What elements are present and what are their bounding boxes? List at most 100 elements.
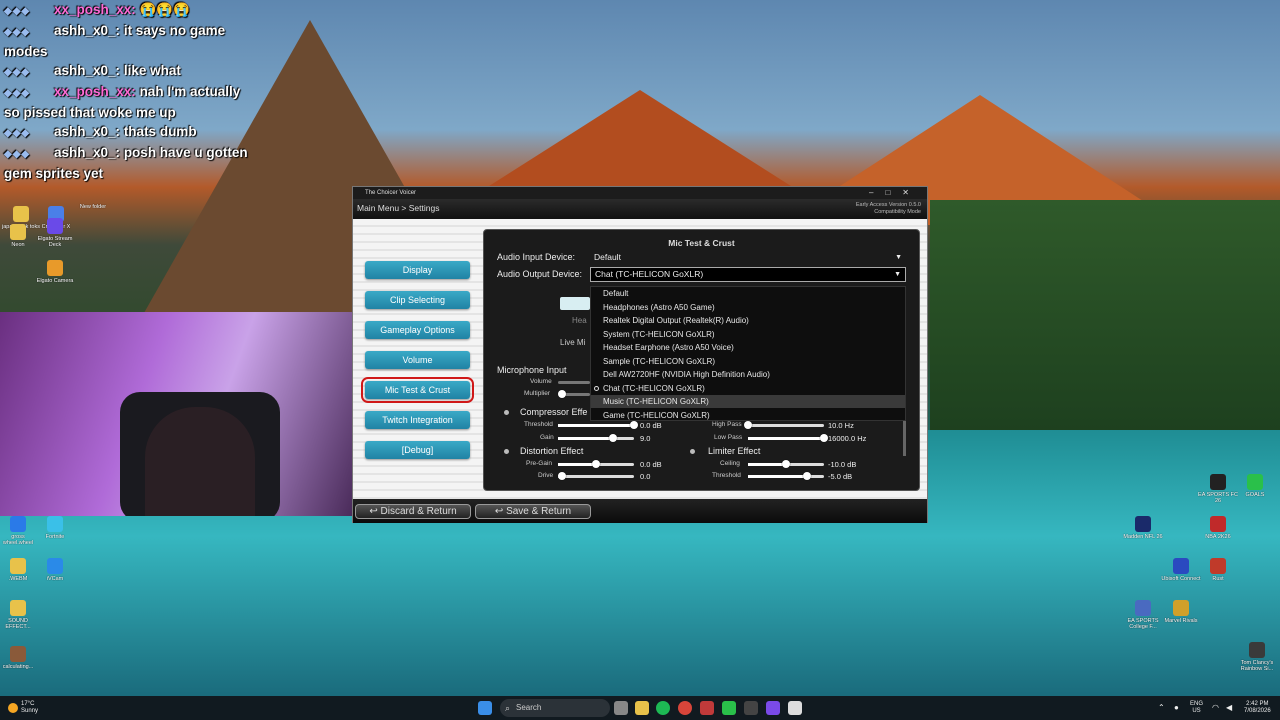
desktop-icon[interactable]: iVCam — [34, 558, 76, 582]
nav-clip-selecting[interactable]: Clip Selecting — [365, 291, 470, 309]
volume-icon[interactable]: ◀ — [1226, 704, 1232, 712]
desktop-icon[interactable]: Elgato Camera — [34, 260, 76, 284]
wifi-icon[interactable]: ◠ — [1212, 704, 1219, 712]
dropdown-option[interactable]: System (TC-HELICON GoXLR) — [591, 328, 905, 341]
option-label: System (TC-HELICON GoXLR) — [603, 329, 715, 339]
desktop-icon[interactable]: NBA 2K26 — [1197, 516, 1239, 540]
nav-gameplay-options[interactable]: Gameplay Options — [365, 321, 470, 339]
output-device-select[interactable]: Chat (TC-HELICON GoXLR) ▼ — [590, 267, 906, 282]
windows-start-icon[interactable] — [478, 701, 492, 715]
desktop-icon[interactable]: Ubisoft Connect — [1160, 558, 1202, 582]
dropdown-option-hovered[interactable]: Music (TC-HELICON GoXLR) — [591, 395, 905, 408]
rust-icon — [1210, 558, 1226, 574]
slider-fill — [558, 424, 634, 427]
low-pass-slider[interactable] — [748, 434, 828, 442]
weather-widget[interactable]: 17°C Sunny — [8, 701, 38, 715]
drive-slider[interactable] — [557, 472, 634, 480]
high-pass-slider[interactable] — [744, 421, 824, 429]
slider-knob[interactable] — [608, 434, 617, 442]
slider-knob[interactable] — [558, 390, 566, 398]
chevron-up-icon[interactable]: ⌃ — [1158, 704, 1165, 712]
distortion-toggle-icon[interactable] — [504, 449, 509, 454]
test-button[interactable] — [560, 297, 590, 310]
desktop-icon[interactable]: SOUND EFFECT... — [0, 600, 39, 630]
option-label: Dell AW2720HF (NVIDIA High Definition Au… — [603, 370, 770, 379]
slider-knob[interactable] — [744, 421, 752, 429]
nav-debug[interactable]: [Debug] — [365, 441, 470, 459]
desktop-icon[interactable]: GOALS — [1234, 474, 1276, 498]
chat-username: xx_posh_xx: — [54, 84, 136, 99]
app-icon[interactable] — [744, 701, 758, 715]
pregain-slider[interactable] — [558, 460, 634, 468]
save-return-button[interactable]: ↩ Save & Return — [475, 504, 591, 519]
task-view-icon[interactable] — [614, 701, 628, 715]
app-icon[interactable] — [700, 701, 714, 715]
input-device-select[interactable]: Default ▼ — [590, 251, 906, 264]
nav-twitch-integration[interactable]: Twitch Integration — [365, 411, 470, 429]
desktop-icon[interactable]: EA SPORTS College F... — [1122, 600, 1164, 630]
discord-icon[interactable] — [766, 701, 780, 715]
desktop-icon[interactable]: New folder — [72, 186, 114, 210]
slider-knob[interactable] — [820, 434, 828, 442]
desktop-icon-label: Rust — [1212, 576, 1224, 582]
dropdown-option[interactable]: Default — [591, 287, 905, 300]
desktop-icon-label: EA SPORTS College F... — [1127, 618, 1159, 630]
mic-icon[interactable]: ● — [1174, 704, 1179, 712]
limiter-toggle-icon[interactable] — [690, 449, 695, 454]
panel-scrollbar[interactable] — [903, 420, 906, 456]
nav-display[interactable]: Display — [365, 261, 470, 279]
clock[interactable]: 2:42 PM 7/08/2026 — [1244, 701, 1271, 715]
goals-icon — [1247, 474, 1263, 490]
compressor-toggle-icon[interactable] — [504, 410, 509, 415]
dropdown-option[interactable]: Sample (TC-HELICON GoXLR) — [591, 355, 905, 368]
nav-volume[interactable]: Volume — [365, 351, 470, 369]
discard-label: Discard & Return — [380, 506, 457, 517]
dropdown-option[interactable]: Game (TC-HELICON GoXLR) — [591, 409, 905, 422]
breadcrumb: Main Menu > Settings — [357, 203, 440, 213]
rainbow-six-icon — [1249, 642, 1265, 658]
dropdown-option[interactable]: Headphones (Astro A50 Game) — [591, 301, 905, 314]
dropdown-option[interactable]: Headset Earphone (Astro A50 Voice) — [591, 341, 905, 354]
chrome-icon[interactable] — [678, 701, 692, 715]
file-explorer-icon[interactable] — [635, 701, 649, 715]
desktop-icon[interactable]: Fortnite — [34, 516, 76, 540]
ceiling-slider[interactable] — [748, 460, 824, 468]
gain-slider[interactable] — [558, 434, 634, 442]
limiter-threshold-slider[interactable] — [748, 472, 824, 480]
multiplier-slider[interactable] — [558, 390, 590, 398]
slider-knob[interactable] — [592, 460, 600, 468]
desktop-icon[interactable]: Rust — [1197, 558, 1239, 582]
slider-knob[interactable] — [782, 460, 790, 468]
headphones-button-partial[interactable]: Hea — [572, 316, 587, 325]
desktop-icon[interactable]: EA SPORTS FC 26 — [1197, 474, 1239, 504]
folder-icon — [10, 600, 26, 616]
nav-mic-test-crust[interactable]: Mic Test & Crust — [361, 377, 474, 403]
discard-return-button[interactable]: ↩ Discard & Return — [355, 504, 471, 519]
desktop-icon[interactable]: Madden NFL 26 — [1122, 516, 1164, 540]
app-icon[interactable] — [788, 701, 802, 715]
desktop-icon[interactable]: Marvel Rivals — [1160, 600, 1202, 624]
taskbar-search[interactable]: ⌕ Search — [500, 699, 610, 717]
dropdown-option[interactable]: Dell AW2720HF (NVIDIA High Definition Au… — [591, 368, 905, 381]
language-indicator[interactable]: ENG US — [1190, 701, 1203, 715]
slider-knob[interactable] — [803, 472, 812, 480]
desktop-icon-label: Ubisoft Connect — [1161, 576, 1201, 582]
slider-knob[interactable] — [557, 472, 566, 480]
spotify-icon[interactable] — [656, 701, 670, 715]
desktop-icon[interactable]: calculating... — [0, 646, 39, 670]
app-icon[interactable] — [722, 701, 736, 715]
desktop-icon[interactable]: Elgato Stream Deck — [34, 218, 76, 248]
threshold-slider[interactable] — [558, 421, 638, 429]
chat-message: ◆◆◆ ashh_x0_: it says no game modes — [4, 21, 254, 61]
dropdown-option[interactable]: Realtek Digital Output (Realtek(R) Audio… — [591, 314, 905, 327]
output-device-dropdown: Default Headphones (Astro A50 Game) Real… — [590, 286, 906, 421]
volume-slider[interactable] — [558, 381, 590, 384]
slider-knob[interactable] — [630, 421, 638, 429]
desktop-icon[interactable]: Tom Clancy's Rainbow Si... — [1236, 642, 1278, 672]
close-icon[interactable]: ✕ — [902, 188, 921, 197]
window-titlebar[interactable]: The Choicer Voicer –□✕ — [353, 187, 927, 199]
minimize-icon[interactable]: – — [869, 188, 885, 197]
dropdown-option-selected[interactable]: Chat (TC-HELICON GoXLR) — [591, 382, 905, 395]
maximize-icon[interactable]: □ — [885, 188, 902, 197]
gain-label: Gain — [540, 434, 554, 441]
